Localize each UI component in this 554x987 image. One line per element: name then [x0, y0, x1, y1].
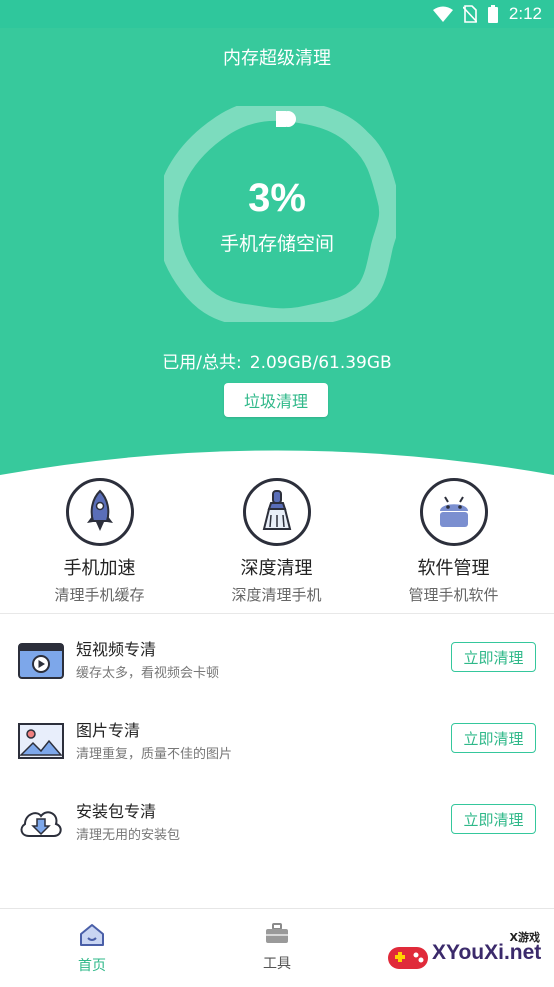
status-time: 2:12: [508, 4, 542, 23]
status-bar: 2:12: [0, 0, 554, 28]
item-title: 图片专清: [76, 721, 141, 740]
toolbox-icon: [266, 923, 288, 943]
item-title: 短视频专清: [76, 640, 157, 659]
nav-item-tools[interactable]: 工具: [237, 923, 317, 973]
item-subtitle: 清理无用的安装包: [76, 828, 181, 843]
broom-icon: [262, 490, 291, 530]
home-icon: [80, 924, 104, 946]
clean-now-button[interactable]: 立即清理: [451, 642, 536, 672]
android-icon: [439, 496, 468, 527]
feature-subtitle: 管理手机软件: [408, 586, 499, 604]
feature-subtitle: 清理手机缓存: [54, 586, 145, 604]
feature-icon-circle: [65, 478, 134, 546]
hero-curve: [0, 450, 554, 475]
gauge-progress-marker: [276, 111, 296, 127]
nav-label: 首页: [78, 958, 106, 974]
storage-label: 已用/总共:: [162, 353, 242, 373]
storage-summary: 已用/总共: 2.09GB/61.39GB: [0, 348, 554, 373]
clean-now-button[interactable]: 立即清理: [451, 723, 536, 753]
feature-icon-circle: [419, 478, 488, 546]
video-icon: [18, 643, 64, 679]
feature-phone-boost[interactable]: 手机加速 清理手机缓存: [7, 478, 192, 605]
list-item: 安装包专清 清理无用的安装包 立即清理: [0, 794, 554, 874]
rocket-icon: [86, 489, 113, 531]
feature-subtitle: 深度清理手机: [231, 586, 322, 604]
list-item: 图片专清 清理重复，质量不佳的图片 立即清理: [0, 713, 554, 793]
site-watermark: X游戏 XYouXi.net: [382, 923, 554, 986]
watermark-text: XYouXi.net: [432, 941, 542, 964]
clean-now-button[interactable]: 立即清理: [451, 804, 536, 834]
feature-title: 手机加速: [63, 558, 136, 579]
cloud-download-icon: [20, 811, 62, 837]
page-title: 内存超级清理: [223, 48, 331, 69]
feature-title: 深度清理: [240, 558, 313, 579]
junk-clean-button[interactable]: 垃圾清理: [224, 383, 328, 417]
feature-title: 软件管理: [417, 558, 490, 579]
battery-icon: [487, 5, 498, 23]
gauge-label: 手机存储空间: [219, 233, 334, 255]
feature-deep-clean[interactable]: 深度清理 深度清理手机: [184, 478, 369, 605]
storage-total: 61.39GB: [318, 353, 392, 373]
storage-used: 2.09GB: [249, 353, 313, 373]
item-subtitle: 缓存太多，看视频会卡顿: [76, 666, 220, 681]
gauge-percent: 3%: [248, 176, 306, 220]
no-sim-icon: [462, 5, 477, 23]
wifi-icon: [432, 6, 453, 22]
feature-app-manager[interactable]: 软件管理 管理手机软件: [361, 478, 546, 605]
nav-item-home[interactable]: 首页: [52, 923, 132, 975]
item-title: 安装包专清: [76, 802, 157, 821]
nav-label: 工具: [263, 956, 291, 972]
image-icon: [18, 723, 64, 759]
gamepad-logo-icon: [386, 933, 430, 977]
item-subtitle: 清理重复，质量不佳的图片: [76, 747, 233, 762]
status-icons: 2:12: [432, 4, 542, 24]
list-item: 短视频专清 缓存太多，看视频会卡顿 立即清理: [0, 632, 554, 712]
feature-icon-circle: [242, 478, 311, 546]
section-divider: [0, 613, 554, 614]
